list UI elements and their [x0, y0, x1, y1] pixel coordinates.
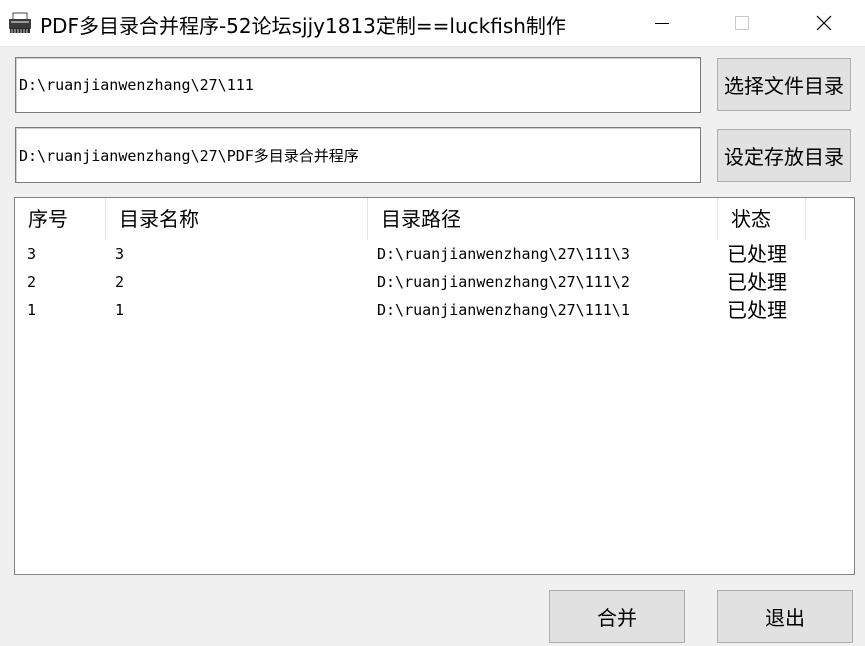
table-row[interactable]: 3 3 D:\ruanjianwenzhang\27\111\3 已处理 [15, 240, 854, 268]
maximize-button[interactable] [712, 0, 772, 46]
row-path: D:\ruanjianwenzhang\27\111\2 [377, 273, 630, 291]
column-header-path[interactable]: 目录路径 [368, 198, 718, 240]
minimize-button[interactable] [632, 0, 692, 46]
column-header-status[interactable]: 状态 [718, 198, 806, 240]
printer-icon [8, 12, 32, 34]
directory-list[interactable]: 序号 目录名称 目录路径 状态 3 3 D:\ruanjianwenzhang\… [14, 197, 855, 575]
merge-button[interactable]: 合并 [549, 590, 685, 643]
row-path: D:\ruanjianwenzhang\27\111\1 [377, 301, 630, 319]
maximize-icon [735, 16, 749, 30]
row-status: 已处理 [727, 242, 787, 266]
app-window: PDF多目录合并程序-52论坛sjjy1813定制==luckfish制作 选择… [0, 0, 865, 646]
row-path: D:\ruanjianwenzhang\27\111\3 [377, 245, 630, 263]
table-row[interactable]: 1 1 D:\ruanjianwenzhang\27\111\1 已处理 [15, 296, 854, 324]
row-name: 3 [115, 245, 125, 263]
row-status: 已处理 [727, 298, 787, 322]
select-source-directory-button[interactable]: 选择文件目录 [717, 58, 851, 111]
column-header-index[interactable]: 序号 [15, 198, 106, 240]
row-name: 1 [115, 301, 125, 319]
output-directory-input[interactable] [15, 127, 701, 183]
row-index: 2 [27, 273, 37, 291]
close-icon [816, 15, 832, 31]
minimize-icon [655, 23, 669, 24]
window-title: PDF多目录合并程序-52论坛sjjy1813定制==luckfish制作 [40, 14, 566, 38]
close-button[interactable] [794, 0, 854, 46]
set-output-directory-button[interactable]: 设定存放目录 [717, 129, 851, 182]
title-bar[interactable]: PDF多目录合并程序-52论坛sjjy1813定制==luckfish制作 [0, 0, 865, 47]
row-status: 已处理 [727, 270, 787, 294]
list-header: 序号 目录名称 目录路径 状态 [15, 198, 854, 240]
source-directory-input[interactable] [15, 57, 701, 113]
exit-button[interactable]: 退出 [717, 590, 853, 643]
row-index: 3 [27, 245, 37, 263]
row-name: 2 [115, 273, 125, 291]
row-index: 1 [27, 301, 37, 319]
table-row[interactable]: 2 2 D:\ruanjianwenzhang\27\111\2 已处理 [15, 268, 854, 296]
column-header-name[interactable]: 目录名称 [106, 198, 368, 240]
